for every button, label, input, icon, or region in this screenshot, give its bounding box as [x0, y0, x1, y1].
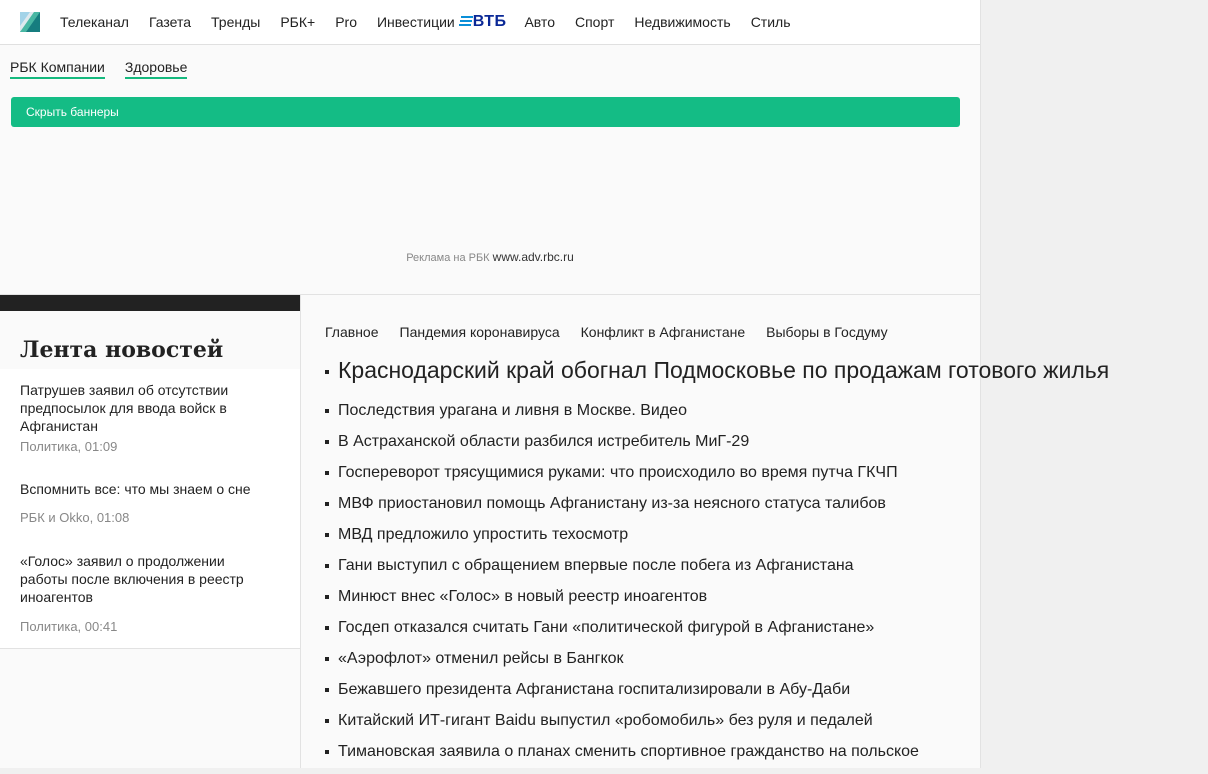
- nav-item-tv[interactable]: Телеканал: [60, 14, 129, 30]
- news-item-title: Минюст внес «Голос» в новый реестр иноаг…: [338, 588, 708, 605]
- feed-top-bar: [0, 295, 300, 311]
- nav-item-trends[interactable]: Тренды: [211, 14, 260, 30]
- tab-pandemic[interactable]: Пандемия коронавируса: [400, 324, 560, 340]
- news-item[interactable]: Минюст внес «Голос» в новый реестр иноаг…: [325, 588, 919, 619]
- news-item[interactable]: Госдеп отказался считать Гани «политичес…: [325, 619, 919, 650]
- news-list: Последствия урагана и ливня в Москве. Ви…: [325, 402, 919, 774]
- feed-title: Лента новостей: [20, 337, 224, 363]
- nav-item-realty[interactable]: Недвижимость: [634, 14, 730, 30]
- nav-item-investments[interactable]: Инвестиции ВТБ: [376, 13, 507, 31]
- news-item[interactable]: Гани выступил с обращением впервые после…: [325, 557, 919, 588]
- nav-item-style[interactable]: Стиль: [751, 14, 791, 30]
- sub-nav: РБК Компании Здоровье: [10, 59, 207, 79]
- bullet-icon: [325, 656, 329, 661]
- feed-item-title: Вспомнить все: что мы знаем о сне: [20, 481, 251, 497]
- news-item-title: Бежавшего президента Афганистана госпита…: [338, 681, 851, 698]
- topic-tabs: Главное Пандемия коронавируса Конфликт в…: [325, 324, 909, 340]
- feed-item-title: Патрушев заявил об отсутствии предпосыло…: [20, 382, 229, 434]
- sub-nav-health[interactable]: Здоровье: [124, 59, 188, 79]
- news-item-title: Гани выступил с обращением впервые после…: [338, 557, 854, 574]
- sub-nav-companies[interactable]: РБК Компании: [10, 59, 105, 79]
- news-item[interactable]: В Астраханской области разбился истребит…: [325, 433, 919, 464]
- tab-main[interactable]: Главное: [325, 324, 379, 340]
- news-item-title: Госдеп отказался считать Гани «политичес…: [338, 619, 875, 636]
- news-item[interactable]: «Аэрофлот» отменил рейсы в Бангкок: [325, 650, 919, 681]
- tab-afghanistan[interactable]: Конфликт в Афганистане: [581, 324, 746, 340]
- lead-news[interactable]: Краснодарский край обогнал Подмосковье п…: [325, 357, 1109, 384]
- vtb-logo: ВТБ: [458, 13, 507, 31]
- news-item-title: В Астраханской области разбился истребит…: [338, 433, 750, 450]
- feed-item[interactable]: Патрушев заявил об отсутствии предпосыло…: [0, 369, 300, 469]
- ad-info: Реклама на РБК www.adv.rbc.ru: [0, 250, 980, 264]
- bullet-icon: [325, 718, 329, 723]
- tab-elections[interactable]: Выборы в Госдуму: [766, 324, 888, 340]
- bullet-icon: [325, 439, 329, 444]
- vtb-stripes-icon: [458, 16, 473, 26]
- news-item[interactable]: Госпереворот трясущимися руками: что про…: [325, 464, 919, 495]
- bullet-icon: [325, 470, 329, 475]
- feed-item-meta: Политика, 01:09: [20, 439, 118, 454]
- news-item-title: Китайский ИТ-гигант Baidu выпустил «робо…: [338, 712, 873, 729]
- bullet-icon: [325, 594, 329, 599]
- news-item[interactable]: МВД предложило упростить техосмотр: [325, 526, 919, 557]
- bullet-icon: [325, 532, 329, 537]
- news-item-title: Госпереворот трясущимися руками: что про…: [338, 464, 898, 481]
- news-item-title: «Аэрофлот» отменил рейсы в Бангкок: [338, 650, 624, 667]
- bullet-icon: [325, 625, 329, 630]
- news-item[interactable]: Тимановская заявила о планах сменить спо…: [325, 743, 919, 774]
- news-item-title: МВФ приостановил помощь Афганистану из-з…: [338, 495, 886, 512]
- news-item-title: МВД предложило упростить техосмотр: [338, 526, 629, 543]
- page: Телеканал Газета Тренды РБК+ Pro Инвести…: [0, 0, 1109, 768]
- bullet-icon: [325, 501, 329, 506]
- news-item[interactable]: Китайский ИТ-гигант Baidu выпустил «робо…: [325, 712, 919, 743]
- ad-label: Реклама на РБК: [406, 252, 490, 264]
- news-item[interactable]: Последствия урагана и ливня в Москве. Ви…: [325, 402, 919, 433]
- bullet-icon: [325, 369, 329, 374]
- bullet-icon: [325, 687, 329, 692]
- vtb-logo-text: ВТБ: [472, 13, 507, 30]
- bullet-icon: [325, 749, 329, 754]
- nav-item-newspaper[interactable]: Газета: [149, 14, 191, 30]
- hide-banners-label: Скрыть баннеры: [26, 105, 119, 119]
- nav-item-rbc-plus[interactable]: РБК+: [280, 14, 315, 30]
- nav-item-investments-label: Инвестиции: [376, 14, 455, 30]
- news-item-title: Тимановская заявила о планах сменить спо…: [338, 743, 919, 760]
- lead-news-title: Краснодарский край обогнал Подмосковье п…: [338, 357, 1110, 383]
- feed-item-meta: РБК и Okko, 01:08: [20, 510, 130, 525]
- bullet-icon: [325, 408, 329, 413]
- rbc-logo-icon[interactable]: [20, 12, 40, 32]
- bullet-icon: [325, 563, 329, 568]
- news-item[interactable]: Бежавшего президента Афганистана госпита…: [325, 681, 919, 712]
- ad-link[interactable]: www.adv.rbc.ru: [493, 250, 574, 264]
- news-item-title: Последствия урагана и ливня в Москве. Ви…: [338, 402, 687, 419]
- top-nav: Телеканал Газета Тренды РБК+ Pro Инвести…: [0, 0, 980, 45]
- news-feed: Лента новостей Патрушев заявил об отсутс…: [0, 295, 301, 768]
- news-item[interactable]: МВФ приостановил помощь Афганистану из-з…: [325, 495, 919, 526]
- feed-item[interactable]: Вспомнить все: что мы знаем о сне РБК и …: [0, 468, 300, 541]
- feed-item[interactable]: «Голос» заявил о продолжении работы посл…: [0, 540, 300, 649]
- nav-item-sport[interactable]: Спорт: [575, 14, 614, 30]
- nav-item-pro[interactable]: Pro: [335, 14, 357, 30]
- feed-item-meta: Политика, 00:41: [20, 619, 118, 634]
- hide-banners-button[interactable]: Скрыть баннеры: [11, 97, 960, 127]
- feed-item-title: «Голос» заявил о продолжении работы посл…: [20, 553, 244, 605]
- nav-item-auto[interactable]: Авто: [524, 14, 555, 30]
